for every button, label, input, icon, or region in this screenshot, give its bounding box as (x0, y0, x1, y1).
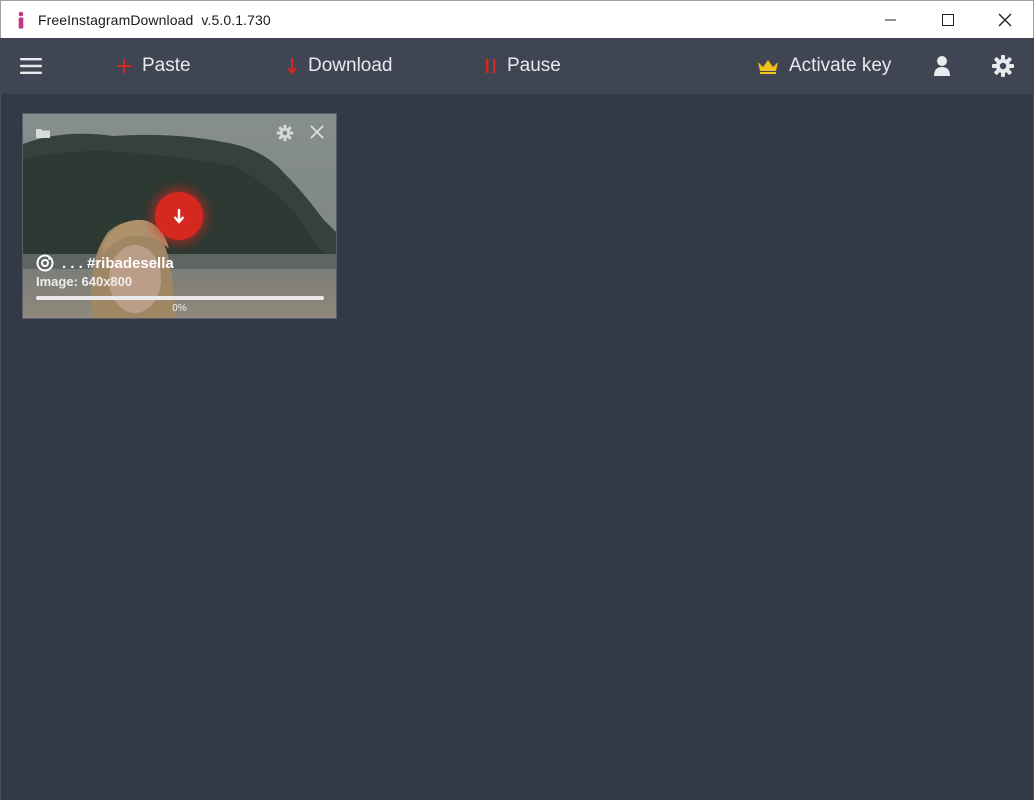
progress-percent: 0% (172, 303, 187, 314)
close-icon (998, 13, 1011, 27)
activate-key-button[interactable]: Activate key (757, 38, 891, 94)
arrow-down-icon (286, 57, 298, 75)
account-button[interactable] (932, 38, 952, 94)
window-controls (862, 1, 1033, 39)
app-name: FreeInstagramDownload (38, 11, 194, 28)
card-actions (23, 124, 336, 144)
activate-key-label: Activate key (789, 55, 892, 76)
crown-icon (757, 58, 779, 74)
download-label: Download (308, 55, 393, 76)
pause-icon (485, 58, 497, 74)
media-title: . . . #ribadesella (36, 254, 174, 272)
toolbar: Paste Download Pause Activate key (0, 38, 1034, 94)
plus-icon (116, 58, 132, 74)
paste-label: Paste (142, 55, 191, 76)
arrow-down-icon (173, 209, 185, 224)
app-version: v.5.0.1.730 (201, 11, 271, 28)
pause-button[interactable]: Pause (485, 38, 561, 94)
window-title: FreeInstagramDownload v.5.0.1.730 (38, 12, 271, 28)
remove-card-icon[interactable] (310, 125, 324, 144)
gear-icon (992, 55, 1014, 77)
close-window-button[interactable] (976, 1, 1033, 39)
folder-icon[interactable] (35, 126, 51, 144)
minimize-button[interactable] (862, 1, 919, 39)
media-subtitle: Image: 640x800 (36, 274, 133, 289)
card-settings-icon[interactable] (276, 124, 294, 147)
settings-button[interactable] (991, 38, 1015, 94)
maximize-icon (941, 14, 954, 26)
hamburger-menu-icon (20, 58, 42, 74)
media-title-text: . . . #ribadesella (62, 254, 174, 272)
paste-button[interactable]: Paste (116, 38, 191, 94)
download-card[interactable]: . . . #ribadesella Image: 640x800 0% (22, 113, 337, 319)
maximize-button[interactable] (919, 1, 976, 39)
pause-label: Pause (507, 55, 561, 76)
title-bar: FreeInstagramDownload v.5.0.1.730 (0, 0, 1034, 38)
minimize-icon (884, 19, 896, 21)
progress-bar (36, 296, 324, 300)
user-icon (934, 56, 950, 76)
download-button[interactable]: Download (286, 38, 393, 94)
start-download-button[interactable] (155, 192, 203, 240)
app-logo-icon (14, 10, 28, 30)
instagram-icon (36, 254, 54, 272)
menu-button[interactable] (20, 38, 42, 94)
